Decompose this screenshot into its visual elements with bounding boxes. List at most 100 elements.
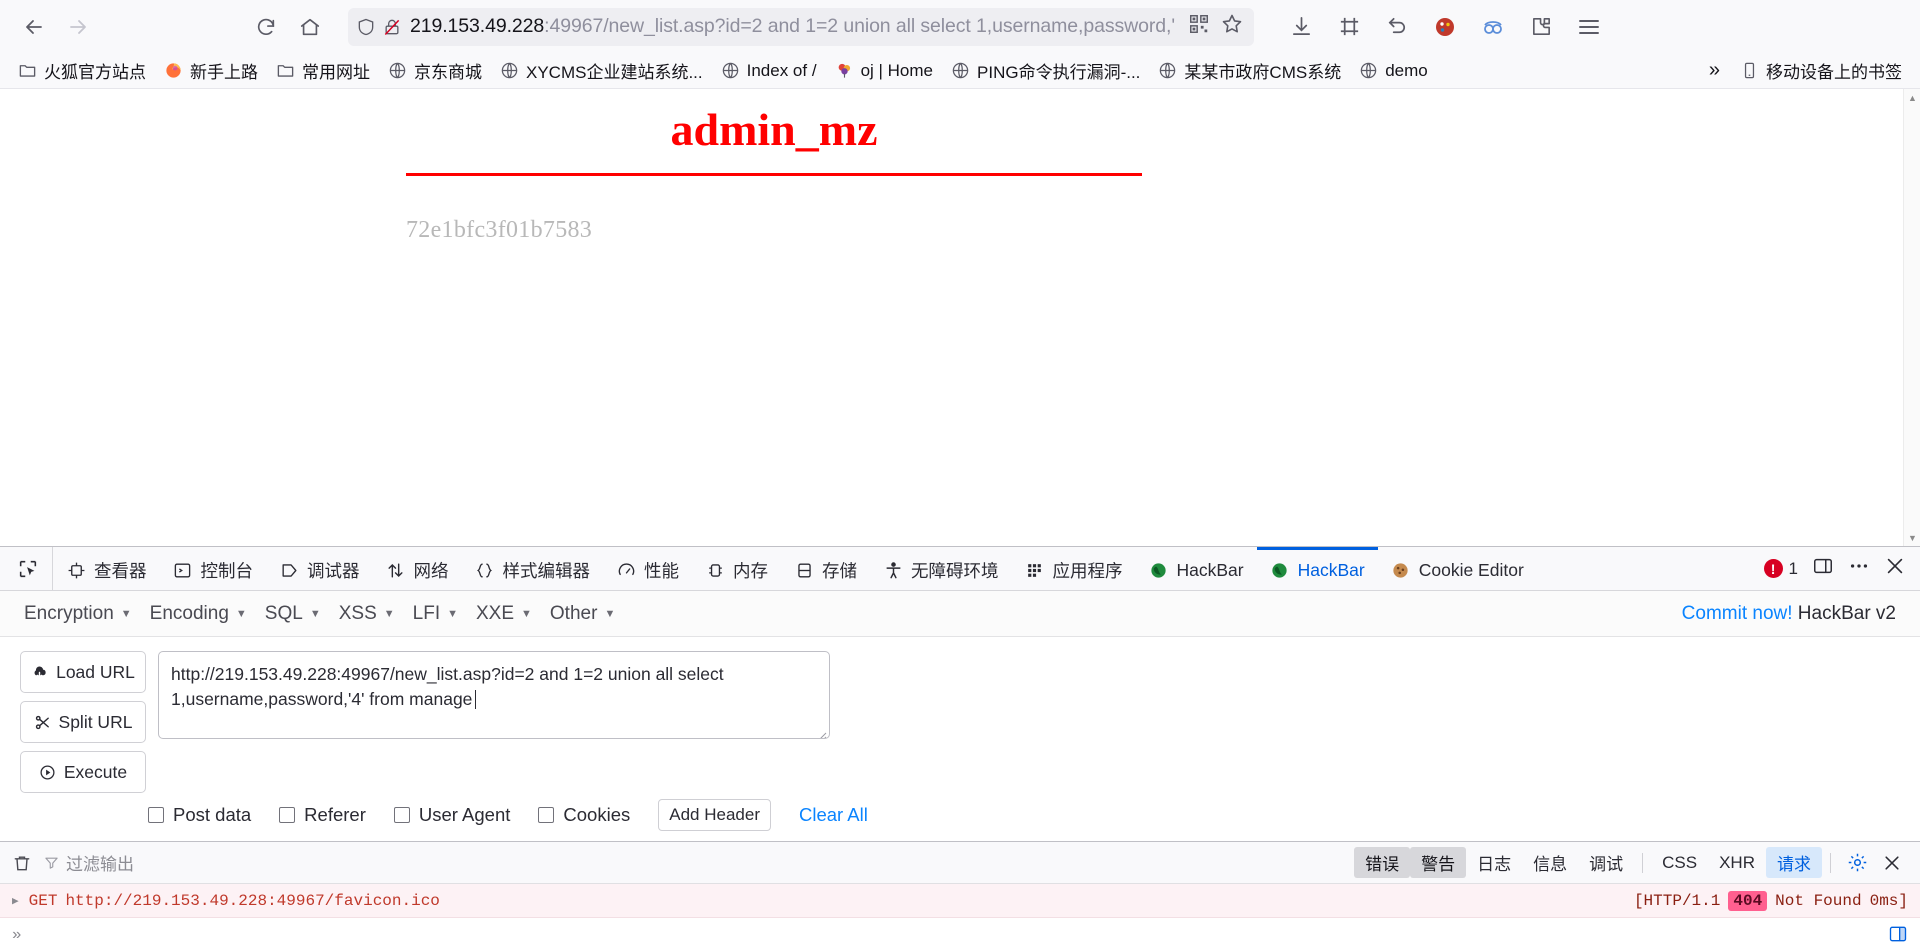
- qr-code-icon[interactable]: [1188, 13, 1210, 40]
- split-url-button[interactable]: Split URL: [20, 701, 146, 743]
- console-settings-icon[interactable]: [1839, 852, 1876, 873]
- tab-memory[interactable]: 内存: [692, 547, 781, 590]
- filter-css[interactable]: CSS: [1651, 850, 1708, 876]
- hackbar-icon: [1149, 560, 1169, 580]
- tab-label: 应用程序: [1052, 560, 1123, 581]
- bookmark-item[interactable]: Index of /: [713, 57, 825, 85]
- bookmark-item[interactable]: XYCMS企业建站系统...: [492, 54, 711, 87]
- filter-debug[interactable]: 调试: [1578, 847, 1634, 878]
- bookmark-item[interactable]: 某某市政府CMS系统: [1150, 54, 1349, 87]
- proxy-extension-icon[interactable]: [1472, 6, 1514, 48]
- tab-hackbar-2[interactable]: HackBar: [1256, 547, 1378, 590]
- devtools-close-icon[interactable]: [1884, 555, 1906, 582]
- filter-info[interactable]: 信息: [1522, 847, 1578, 878]
- app-menu-icon[interactable]: [1568, 6, 1610, 48]
- devtools-panel: 查看器 控制台 调试器 网络 样式编辑器 性能 内存 存储 无障碍环境 应用程序…: [0, 546, 1920, 952]
- forward-button: [58, 7, 98, 47]
- bookmarks-overflow-button[interactable]: »: [1699, 55, 1730, 86]
- chevron-down-icon: ▼: [235, 607, 247, 620]
- clear-console-icon[interactable]: [12, 853, 32, 873]
- page-body: admin_mz 72e1bfc3f01b7583: [0, 89, 1903, 546]
- checkbox-referer[interactable]: Referer: [279, 804, 366, 826]
- console-filter-input[interactable]: 过滤输出: [44, 850, 134, 875]
- filter-requests[interactable]: 请求: [1766, 847, 1822, 878]
- add-header-button[interactable]: Add Header: [658, 799, 771, 831]
- bookmark-item[interactable]: 常用网址: [268, 54, 378, 87]
- extensions-icon[interactable]: [1520, 6, 1562, 48]
- menu-xxe[interactable]: XXE ▼: [476, 603, 550, 625]
- bookmark-item[interactable]: 京东商城: [380, 54, 490, 87]
- tab-inspector[interactable]: 查看器: [53, 547, 160, 590]
- console-input-row[interactable]: »: [0, 918, 1920, 952]
- resize-grip-icon[interactable]: [815, 724, 827, 738]
- bookmark-item[interactable]: oj | Home: [827, 57, 941, 85]
- tab-performance[interactable]: 性能: [603, 547, 692, 590]
- screenshot-icon[interactable]: [1328, 6, 1370, 48]
- console-row[interactable]: ▶ GET http://219.153.49.228:49967/favico…: [0, 884, 1920, 918]
- palette-extension-icon[interactable]: [1424, 6, 1466, 48]
- url-text[interactable]: 219.153.49.228:49967/new_list.asp?id=2 a…: [408, 15, 1182, 38]
- menu-encoding[interactable]: Encoding ▼: [150, 603, 265, 625]
- undo-icon[interactable]: [1376, 6, 1418, 48]
- execute-button[interactable]: Execute: [20, 751, 146, 793]
- debugger-icon: [279, 560, 299, 580]
- filter-warnings[interactable]: 警告: [1410, 847, 1467, 878]
- scroll-down-icon[interactable]: ▼: [1904, 529, 1920, 546]
- filter-logs[interactable]: 日志: [1466, 847, 1522, 878]
- bookmark-star-icon[interactable]: [1220, 12, 1244, 41]
- tab-accessibility[interactable]: 无障碍环境: [870, 547, 1012, 590]
- tab-network[interactable]: 网络: [373, 547, 462, 590]
- checkbox-post-data[interactable]: Post data: [148, 804, 251, 826]
- checkbox-cookies[interactable]: Cookies: [538, 804, 630, 826]
- checkbox-box[interactable]: [279, 807, 296, 823]
- menu-lfi[interactable]: LFI ▼: [413, 603, 476, 625]
- devtools-more-icon[interactable]: [1848, 555, 1870, 582]
- element-picker-icon[interactable]: [4, 547, 53, 590]
- tab-hackbar-1[interactable]: HackBar: [1136, 547, 1257, 590]
- page-scrollbar[interactable]: ▲ ▼: [1903, 89, 1920, 546]
- menu-encryption[interactable]: Encryption ▼: [24, 603, 150, 625]
- split-editor-icon[interactable]: [1888, 924, 1908, 949]
- home-button[interactable]: [290, 7, 330, 47]
- hackbar-url-value: http://219.153.49.228:49967/new_list.asp…: [171, 664, 724, 709]
- load-url-button[interactable]: Load URL: [20, 651, 146, 693]
- checkbox-box[interactable]: [148, 807, 164, 823]
- tab-label: HackBar: [1297, 559, 1365, 580]
- checkbox-box[interactable]: [393, 807, 410, 823]
- expand-arrow-icon[interactable]: ▶: [12, 894, 19, 908]
- commit-now-area: Commit now! HackBar v2: [1682, 603, 1896, 625]
- filter-errors[interactable]: 错误: [1354, 847, 1411, 878]
- tab-debugger[interactable]: 调试器: [266, 547, 373, 590]
- checkbox-box[interactable]: [538, 807, 555, 823]
- shield-icon[interactable]: [356, 17, 376, 37]
- url-bar[interactable]: 219.153.49.228:49967/new_list.asp?id=2 a…: [348, 7, 1254, 46]
- commit-now-link[interactable]: Commit now!: [1682, 603, 1793, 624]
- bookmark-item[interactable]: 火狐官方站点: [10, 54, 154, 87]
- insecure-lock-icon[interactable]: [382, 17, 402, 37]
- tab-label: 样式编辑器: [502, 560, 591, 581]
- clear-all-link[interactable]: Clear All: [799, 804, 868, 826]
- console-close-icon[interactable]: [1876, 853, 1908, 873]
- bookmark-item[interactable]: demo: [1351, 57, 1436, 85]
- menu-other[interactable]: Other ▼: [550, 603, 633, 625]
- dock-toggle-icon[interactable]: [1812, 555, 1834, 582]
- reload-button[interactable]: [246, 7, 286, 47]
- hackbar-url-textarea[interactable]: http://219.153.49.228:49967/new_list.asp…: [158, 651, 830, 739]
- tab-console[interactable]: 控制台: [160, 547, 267, 590]
- tab-storage[interactable]: 存储: [781, 547, 870, 590]
- scroll-up-icon[interactable]: ▲: [1904, 89, 1920, 106]
- menu-xss[interactable]: XSS ▼: [339, 603, 413, 625]
- filter-xhr[interactable]: XHR: [1708, 850, 1766, 876]
- error-count-badge[interactable]: ! 1: [1763, 559, 1798, 579]
- tab-style-editor[interactable]: 样式编辑器: [462, 547, 604, 590]
- menu-sql[interactable]: SQL ▼: [265, 603, 339, 625]
- downloads-icon[interactable]: [1280, 6, 1322, 48]
- checkbox-user-agent[interactable]: User Agent: [393, 804, 510, 826]
- tab-application[interactable]: 应用程序: [1012, 547, 1136, 590]
- bookmark-item[interactable]: PING命令执行漏洞-...: [943, 54, 1148, 87]
- back-button[interactable]: [14, 7, 54, 47]
- bookmark-label: PING命令执行漏洞-...: [977, 63, 1141, 82]
- bookmark-item[interactable]: 新手上路: [156, 54, 266, 87]
- tab-cookie-editor[interactable]: Cookie Editor: [1378, 547, 1537, 590]
- mobile-bookmarks-item[interactable]: 移动设备上的书签: [1732, 54, 1910, 87]
